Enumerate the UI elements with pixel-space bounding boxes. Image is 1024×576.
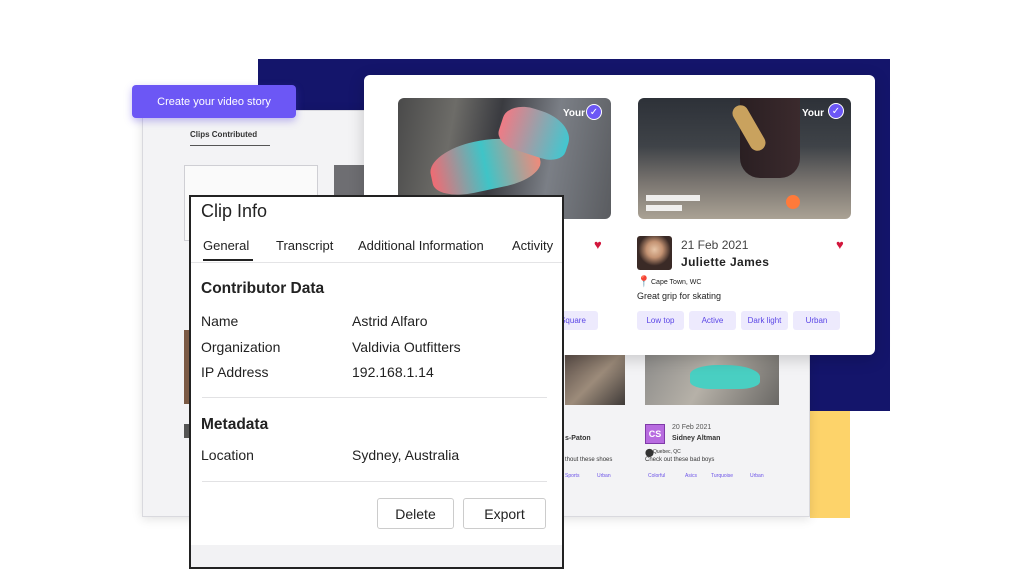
section-divider <box>202 397 547 398</box>
teal-shoe-image <box>690 365 760 389</box>
active-tab-indicator <box>203 259 253 261</box>
check-badge-icon[interactable]: ✓ <box>586 104 602 120</box>
skate-shoe-shape <box>786 195 800 209</box>
back-card-2-tag[interactable]: Colorful <box>648 473 665 479</box>
brand-watermark: Your <box>563 108 586 119</box>
delete-button[interactable]: Delete <box>377 498 454 529</box>
image-overlay-bar <box>646 195 700 201</box>
dialog-footer <box>191 545 562 567</box>
card-location: Cape Town, WC <box>651 279 702 286</box>
tab-general[interactable]: General <box>203 238 249 253</box>
tabs-divider <box>191 262 562 263</box>
field-value: Valdivia Outfitters <box>352 339 461 355</box>
back-card-2-tag[interactable]: Turquoise <box>711 473 733 479</box>
field-label: Name <box>201 313 239 329</box>
tab-activity[interactable]: Activity <box>512 238 560 253</box>
tab-transcript[interactable]: Transcript <box>276 238 333 253</box>
metadata-heading: Metadata <box>201 416 269 433</box>
heart-icon[interactable]: ♥ <box>836 237 844 252</box>
export-button[interactable]: Export <box>463 498 546 529</box>
contributor-data-heading: Contributor Data <box>201 280 325 297</box>
field-value: Astrid Alfaro <box>352 313 428 329</box>
back-clip-thumbnail-2[interactable] <box>334 165 364 195</box>
back-card-2-tag[interactable]: Asics <box>685 473 697 479</box>
tag-chip[interactable]: Dark light <box>741 311 788 330</box>
back-card-2-tag[interactable]: Urban <box>750 473 764 479</box>
back-card-1-tag[interactable]: Sports <box>565 473 579 479</box>
dialog-title: Clip Info <box>201 201 268 221</box>
yellow-background-panel <box>810 411 850 518</box>
back-card-1-name: s-Paton <box>565 435 591 442</box>
back-card-2-date: 20 Feb 2021 <box>672 424 712 431</box>
tab-additional-information[interactable]: Additional Information <box>358 238 484 253</box>
avatar <box>637 236 672 270</box>
card-date: 21 Feb 2021 <box>681 238 749 252</box>
field-label: IP Address <box>201 364 269 380</box>
field-value: 192.168.1.14 <box>352 364 434 380</box>
create-video-story-button[interactable]: Create your video story <box>132 85 296 118</box>
avatar: CS <box>645 424 665 444</box>
back-card-1-tag[interactable]: Urban <box>597 473 611 479</box>
back-card-2-caption: Check out these bad boys <box>645 457 715 463</box>
field-value: Sydney, Australia <box>352 447 460 463</box>
card-contributor-name: Juliette James <box>681 255 770 269</box>
back-card-1-caption: thout these shoes <box>565 457 613 463</box>
image-overlay-bar <box>646 205 682 211</box>
section-divider <box>202 481 547 482</box>
field-label: Location <box>201 447 254 463</box>
back-card-2-name: Sidney Altman <box>672 435 721 442</box>
back-card-2-location: Quebec, QC <box>653 449 681 455</box>
heart-icon[interactable]: ♥ <box>594 237 602 252</box>
card-caption: Great grip for skating <box>637 291 722 301</box>
check-badge-icon[interactable]: ✓ <box>828 103 844 119</box>
field-label: Organization <box>201 339 281 355</box>
clips-contributed-tab[interactable]: Clips Contributed <box>190 130 270 146</box>
brand-watermark: Your <box>802 108 825 119</box>
map-pin-icon: 📍 <box>637 276 651 288</box>
tag-chip[interactable]: Urban <box>793 311 840 330</box>
tag-chip[interactable]: Active <box>689 311 736 330</box>
tag-chip[interactable]: Low top <box>637 311 684 330</box>
back-card-1-image[interactable] <box>565 355 625 405</box>
